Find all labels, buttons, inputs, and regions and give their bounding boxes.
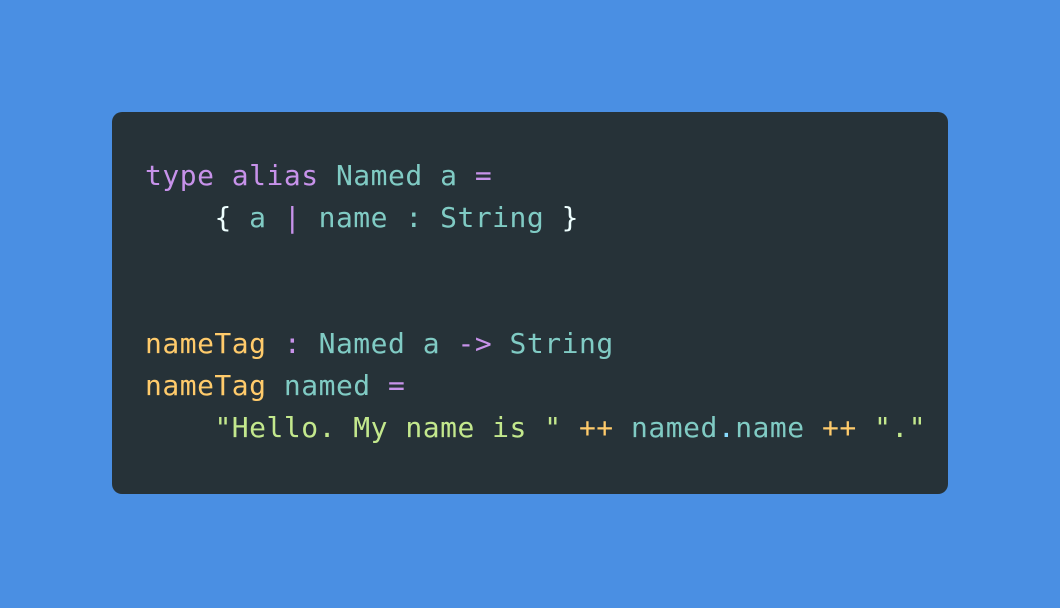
code-line: "Hello. My name is " ++ named.name ++ ".… <box>145 407 926 449</box>
code-token-type: name <box>735 411 805 444</box>
code-token-type: a <box>440 159 458 192</box>
code-line: nameTag : Named a -> String <box>145 323 926 365</box>
code-token-type: Named <box>318 327 406 360</box>
code-token-type: named <box>283 369 371 402</box>
code-token-keyword: : <box>283 327 302 360</box>
code-token-keyword: = <box>474 159 493 192</box>
code-token-operator: ++ <box>578 411 614 444</box>
code-token-function: nameTag <box>145 369 267 402</box>
code-token-operator: ++ <box>821 411 857 444</box>
code-token-type: a <box>422 327 441 360</box>
code-token-keyword: | <box>283 201 302 234</box>
code-token-type: Named <box>335 159 423 192</box>
code-block: type alias Named a = { a | name : String… <box>145 155 926 449</box>
code-token-keyword: type <box>145 159 215 192</box>
code-token-keyword: alias <box>231 159 319 192</box>
code-token-type: named <box>631 411 718 444</box>
code-token-type: : <box>405 201 423 234</box>
code-snippet-card: type alias Named a = { a | name : String… <box>112 112 948 494</box>
code-token-brace: { <box>214 201 232 234</box>
code-token-type: String <box>509 327 614 360</box>
code-line: { a | name : String } <box>145 197 926 239</box>
code-line: type alias Named a = <box>145 155 926 197</box>
code-token-type: String <box>440 201 545 234</box>
code-token-brace: } <box>561 201 579 234</box>
code-token-string: "Hello. My name is " <box>214 411 562 444</box>
code-token-type: a <box>249 201 267 234</box>
code-token-keyword: -> <box>457 327 493 360</box>
code-line: nameTag named = <box>145 365 926 407</box>
code-token-type: name <box>318 201 389 234</box>
code-token-keyword: = <box>388 369 406 402</box>
code-token-punctuation: . <box>717 411 736 444</box>
code-token-string: "." <box>874 411 927 444</box>
code-token-function: nameTag <box>145 327 267 360</box>
